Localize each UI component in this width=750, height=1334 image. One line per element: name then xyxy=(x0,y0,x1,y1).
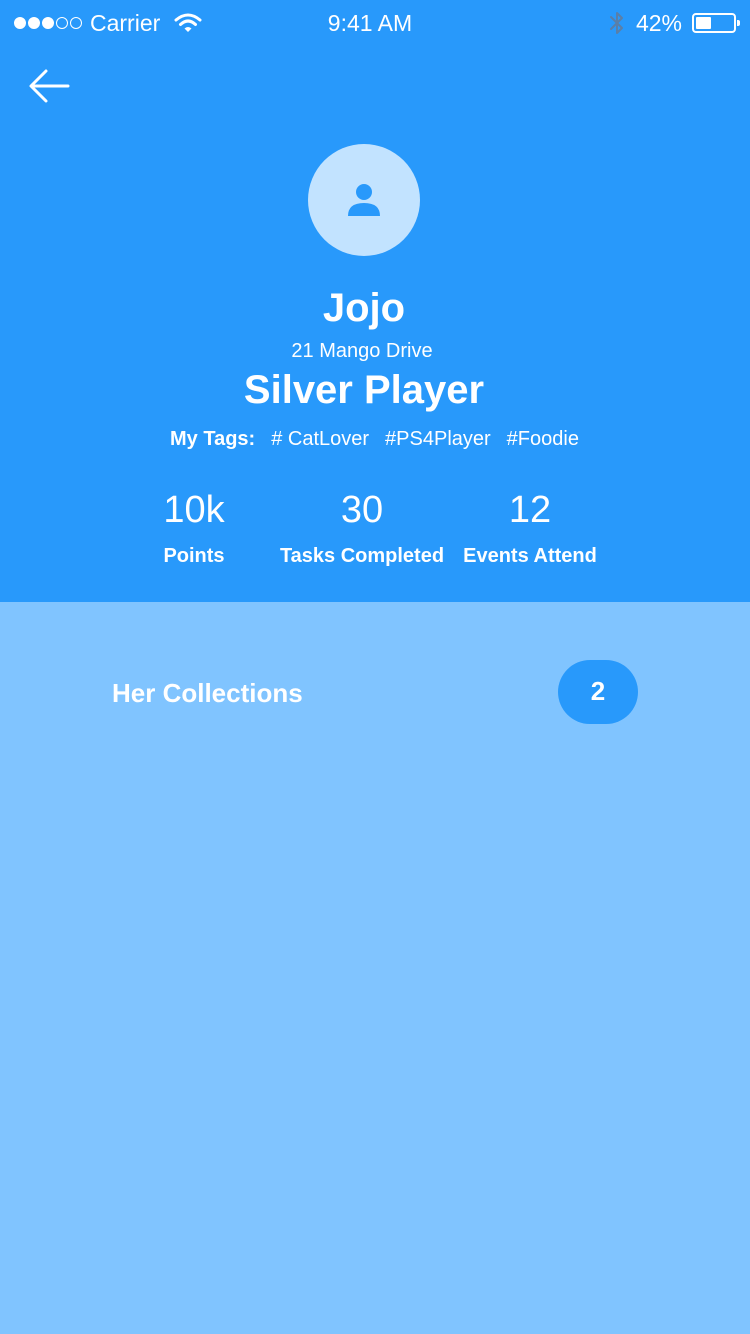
tag-catlover[interactable]: # CatLover xyxy=(271,428,369,451)
avatar[interactable] xyxy=(308,144,420,256)
status-bar: Carrier 9:41 AM 42% xyxy=(0,0,750,48)
battery-nub xyxy=(737,20,740,26)
stat-tasks-completed: 30 Tasks Completed xyxy=(267,486,457,568)
stat-label: Events Attend xyxy=(463,545,597,567)
stat-label: Tasks Completed xyxy=(279,545,445,567)
tag-ps4player[interactable]: #PS4Player xyxy=(385,428,491,451)
battery-icon xyxy=(692,13,740,33)
profile-address: 21 Mango Drive xyxy=(291,340,433,362)
back-button[interactable] xyxy=(26,64,74,108)
stat-points: 10k Points xyxy=(99,486,289,568)
tag-foodie[interactable]: #Foodie xyxy=(507,428,579,451)
profile-name: Jojo xyxy=(322,286,406,330)
user-icon xyxy=(348,184,380,216)
profile-header: Carrier 9:41 AM 42% Jojo 21 Mango Drive … xyxy=(0,0,750,602)
status-right: 42% xyxy=(608,8,740,38)
collections-title: Her Collections xyxy=(112,678,303,708)
battery-percent: 42% xyxy=(635,9,682,36)
player-level: Silver Player xyxy=(243,368,485,412)
tags-label: My Tags: xyxy=(170,428,256,450)
stat-value: 30 xyxy=(340,489,384,531)
stat-value: 12 xyxy=(508,489,552,531)
back-arrow-icon xyxy=(29,69,70,103)
tags-row: My Tags: # CatLover #PS4Player #Foodie xyxy=(170,428,595,451)
stat-value: 10k xyxy=(163,489,225,531)
stat-events-attend: 12 Events Attend xyxy=(435,486,625,568)
bluetooth-icon xyxy=(609,12,623,34)
collections-count-badge[interactable]: 2 xyxy=(558,660,638,724)
battery-fill xyxy=(696,17,711,29)
stat-label: Points xyxy=(163,545,225,567)
